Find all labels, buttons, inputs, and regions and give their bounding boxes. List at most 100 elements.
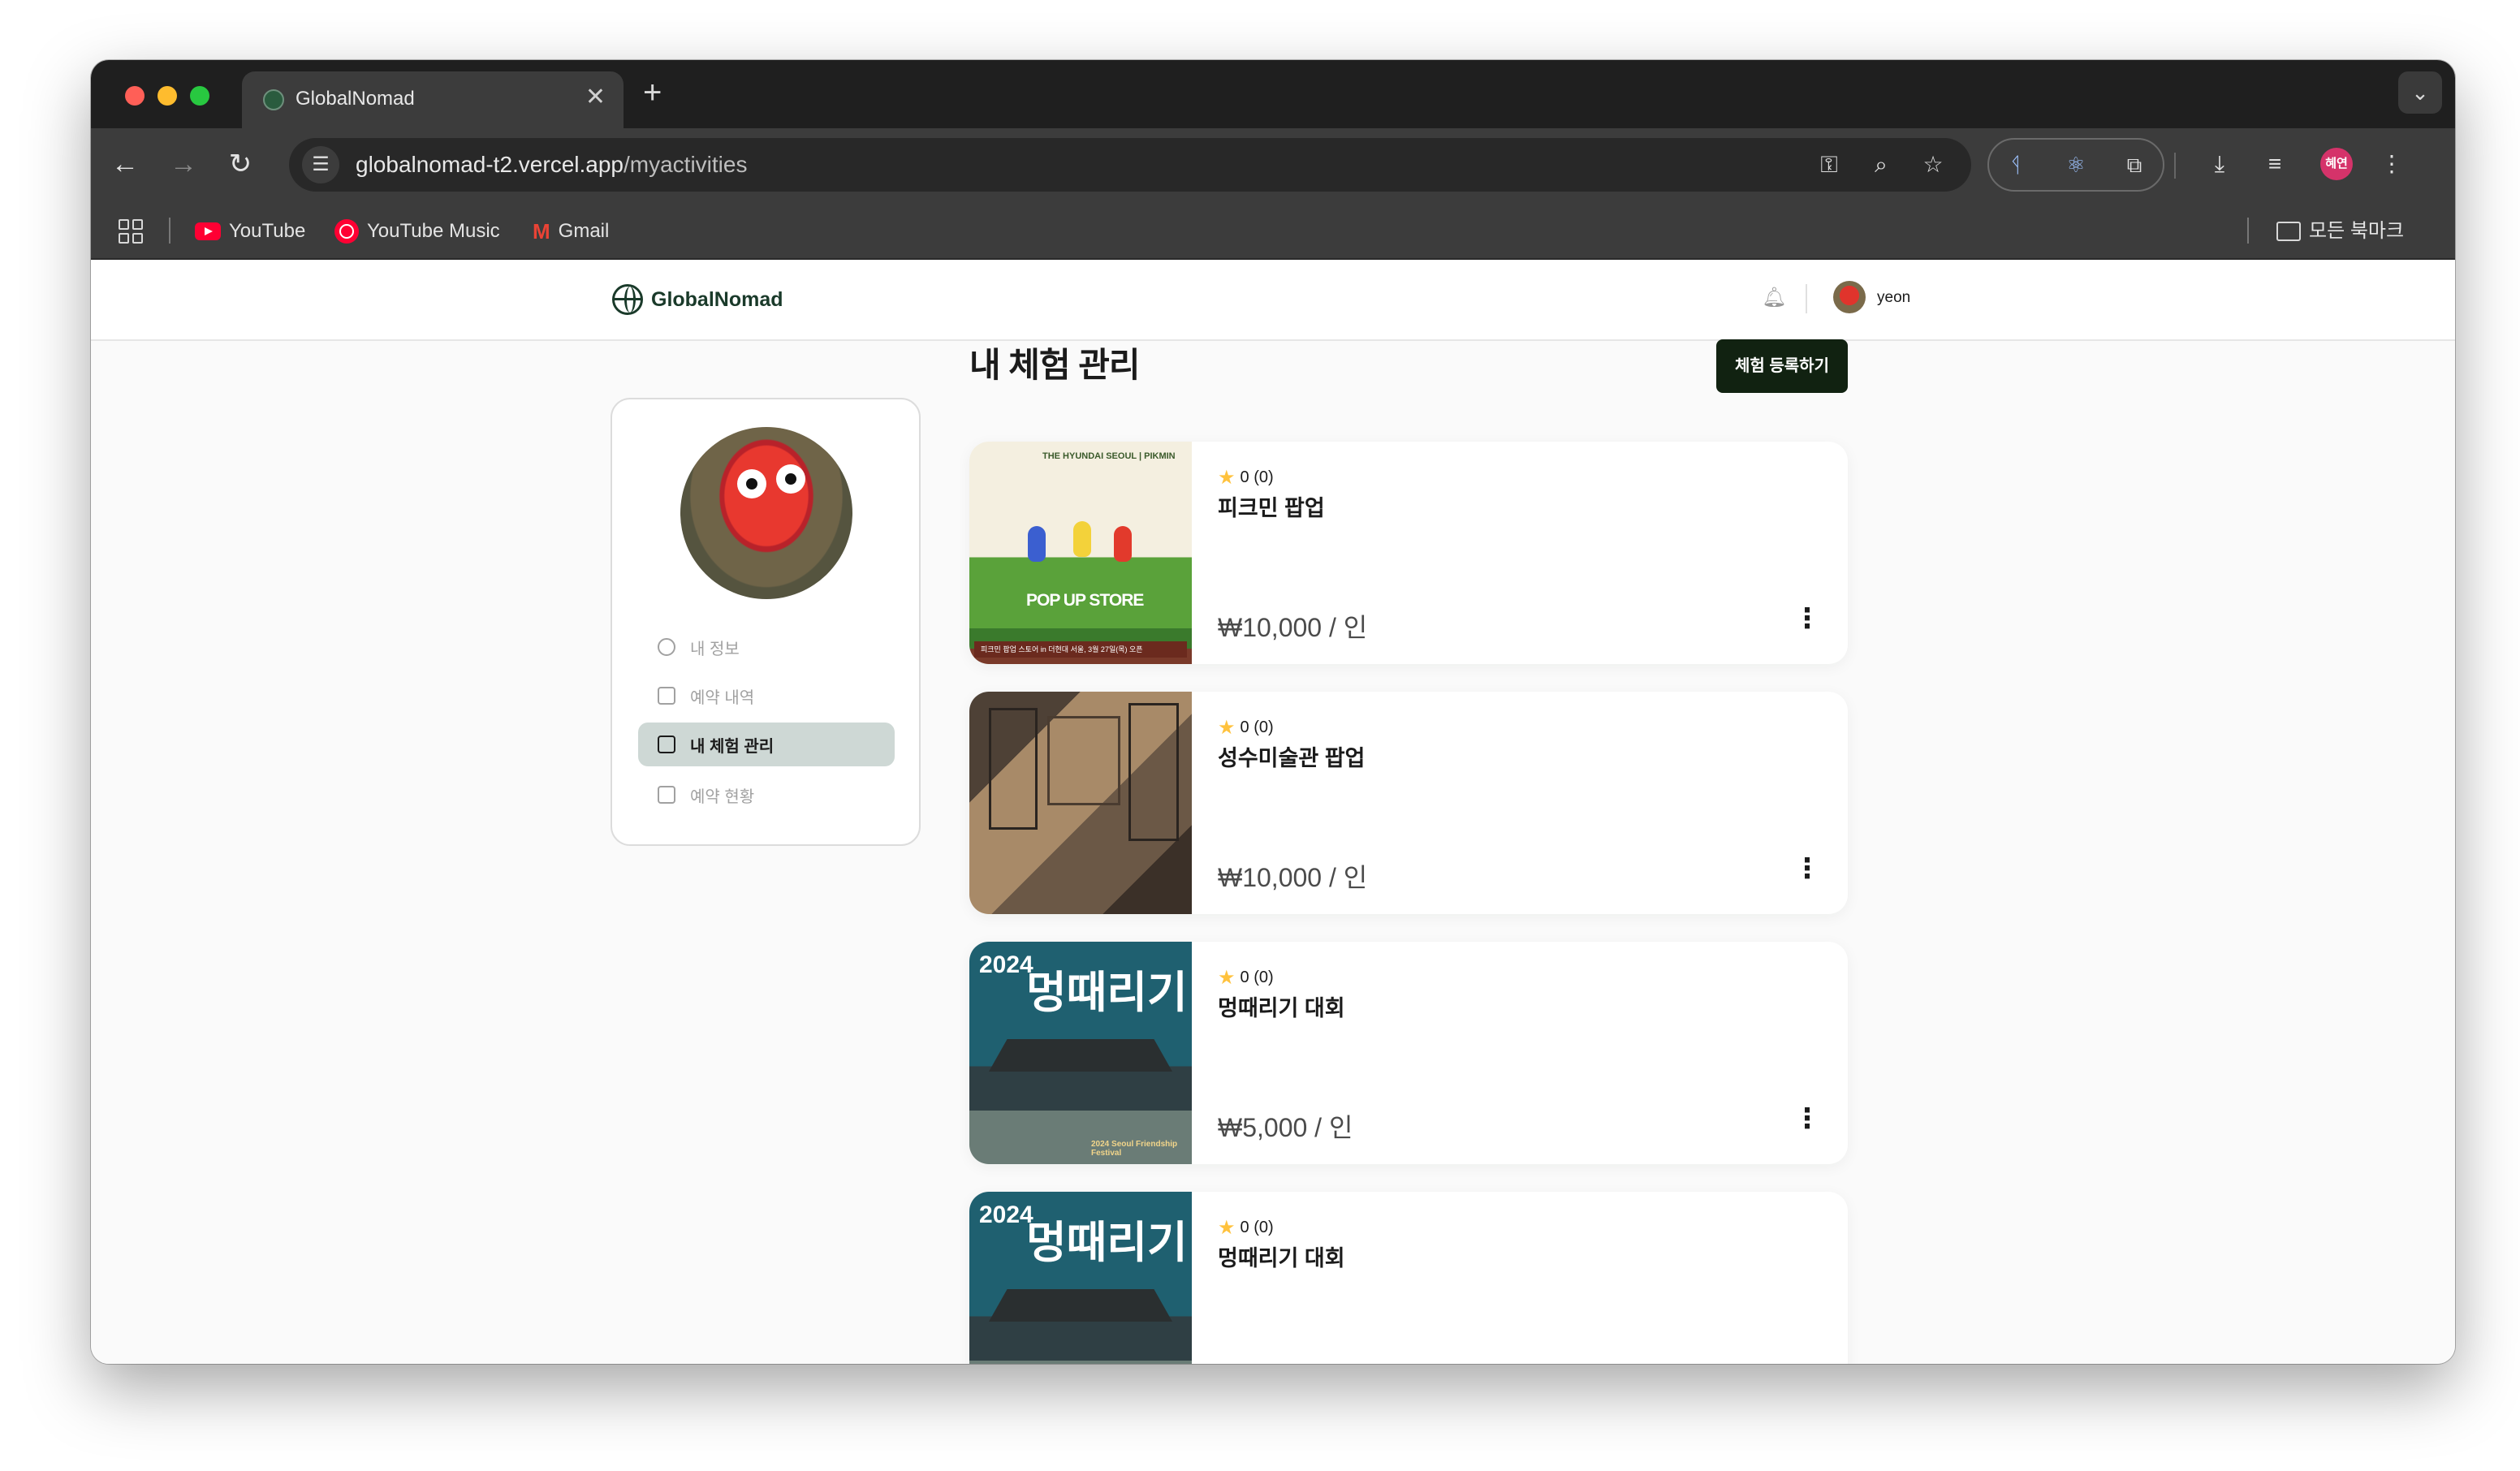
sidebar-item-label: 예약 현황 [690,787,755,806]
activity-thumbnail: 2024 멍때리기 2024 Seoul Friendship Festival [969,942,1192,1164]
download-icon[interactable]: ⤓ [2202,146,2237,182]
url-text[interactable]: globalnomad-t2.vercel.app/myactivities [356,152,747,178]
sidebar-item-reservations[interactable]: 예약 내역 [638,674,895,718]
globe-logo-icon [612,284,643,315]
register-activity-button[interactable]: 체험 등록하기 [1716,339,1848,393]
activity-price: ₩10,000 / 인 [1218,613,1368,642]
media-control-icon[interactable]: ≡ [2257,146,2293,182]
rating-text: 0 (0) [1240,968,1274,986]
activity-card[interactable]: THE HYUNDAI SEOUL | PIKMIN POP UP STORE … [969,442,1848,664]
bookmark-divider [2247,218,2249,244]
pikmin-figure [1073,521,1091,557]
username[interactable]: yeon [1877,289,1910,307]
back-arrow-icon[interactable]: ← [106,145,145,183]
menu-kebab-icon[interactable]: ⋮ [2374,146,2410,182]
star-icon: ★ [1218,717,1236,739]
address-bar[interactable]: ☰ globalnomad-t2.vercel.app/myactivities… [289,138,1971,192]
bookmark-star-icon[interactable]: ☆ [1916,148,1950,182]
thumbnail-title-text: 멍때리기 [1026,1219,1188,1267]
profile-sidebar: 내 정보 예약 내역 내 체험 관리 예약 현황 [611,398,921,846]
star-icon: ★ [1218,467,1236,489]
bookmarks-bar: YouTube YouTube Music M Gmail 모든 북마크 [91,200,2455,260]
folder-icon [2276,222,2301,241]
palace-roof [989,1039,1172,1072]
bookmark-youtube[interactable]: YouTube [195,219,305,244]
reload-icon[interactable]: ↻ [221,145,260,183]
browser-window: GlobalNomad ✕ + ⌄ ← → ↻ ☰ globalnomad-t2… [91,60,2455,1364]
site-header: GlobalNomad 🔔︎ yeon [91,260,2455,341]
activity-rating: ★ 0 (0) [1218,466,1274,490]
thumbnail-year-text: 2024 [979,1201,1033,1228]
close-tab-icon[interactable]: ✕ [585,83,606,112]
react-devtools-icon[interactable]: ⚛ [2059,148,2093,182]
url-path: /myactivities [623,152,748,177]
activity-title: 멍때리기 대회 [1218,1246,1345,1270]
rating-text: 0 (0) [1240,1219,1274,1236]
activity-card[interactable]: ★ 0 (0) 성수미술관 팝업 ₩10,000 / 인 ⋮ [969,692,1848,914]
activity-thumbnail: THE HYUNDAI SEOUL | PIKMIN POP UP STORE … [969,442,1192,664]
browser-tab[interactable]: GlobalNomad ✕ [242,71,624,128]
bookmark-label: YouTube Music [367,220,500,242]
pikmin-figure [1028,526,1046,562]
logo-text: GlobalNomad [651,287,783,311]
all-bookmarks-button[interactable]: 모든 북마크 [2276,219,2404,244]
maximize-window-button[interactable] [190,86,209,106]
thumbnail-header-text: THE HYUNDAI SEOUL | PIKMIN [1042,451,1176,461]
page-title: 내 체험 관리 [969,346,1141,384]
thumbnail-banner-text: 피크민 팝업 스토어 in 더현대 서울, 3월 27일(목) 오픈 [974,641,1187,658]
password-key-icon[interactable]: ⚿ [1812,148,1846,182]
header-divider [1806,284,1807,313]
thumbnail-year-text: 2024 [979,951,1033,978]
profile-image [680,427,852,599]
profile-avatar[interactable]: 혜연 [2320,148,2353,180]
activity-card[interactable]: 2024 멍때리기 2024 Seoul Friendship Festival… [969,942,1848,1164]
activity-price: ₩5,000 / 인 [1218,1113,1353,1142]
star-icon: ★ [1218,1217,1236,1239]
notification-bell-icon[interactable]: 🔔︎ [1762,287,1786,308]
list-icon [658,687,675,705]
gmail-icon: M [533,219,550,244]
sidebar-item-my-info[interactable]: 내 정보 [638,625,895,669]
close-window-button[interactable] [125,86,145,106]
museum-frame [1128,703,1179,841]
apps-grid-icon[interactable] [119,219,143,244]
more-options-icon[interactable]: ⋮ [1791,1102,1823,1135]
sidebar-item-label: 예약 내역 [690,688,755,707]
site-info-icon[interactable]: ☰ [302,146,339,183]
tab-search-chevron-icon[interactable]: ⌄ [2398,71,2442,114]
extensions-puzzle-icon[interactable]: ⧉ [2117,148,2151,182]
forward-arrow-icon[interactable]: → [164,145,203,183]
activity-rating: ★ 0 (0) [1218,966,1274,990]
youtube-music-icon [334,219,359,244]
museum-frame [1047,716,1120,805]
sidebar-item-my-activities[interactable]: 내 체험 관리 [638,723,895,766]
user-avatar[interactable] [1833,281,1866,313]
thumbnail-title-text: 멍때리기 [1026,968,1188,1017]
pikmin-eye [737,469,766,498]
read-aloud-extension-icon[interactable]: ᛩ [1999,148,2033,182]
bookmark-gmail[interactable]: M Gmail [533,219,609,244]
url-host: globalnomad-t2.vercel.app [356,152,624,177]
page-content: GlobalNomad 🔔︎ yeon 내 정보 예약 내역 내 체험 관리 예… [91,260,2455,1364]
activity-card[interactable]: 2024 멍때리기 ★ 0 (0) 멍때리기 대회 [969,1192,1848,1364]
bookmark-youtube-music[interactable]: YouTube Music [334,219,500,244]
palace-roof [989,1289,1172,1322]
sidebar-item-reservation-status[interactable]: 예약 현황 [638,773,895,817]
activity-title: 멍때리기 대회 [1218,996,1345,1020]
extensions-group: ᛩ ⚛ ⧉ [1987,138,2164,192]
zoom-icon[interactable]: ⌕ [1864,148,1898,182]
toolbar-divider [2174,153,2176,179]
more-options-icon[interactable]: ⋮ [1791,852,1823,885]
activity-title: 피크민 팝업 [1218,496,1325,520]
site-logo[interactable]: GlobalNomad [612,284,783,315]
rating-text: 0 (0) [1240,718,1274,736]
activity-thumbnail: 2024 멍때리기 [969,1192,1192,1364]
calendar-icon [658,786,675,804]
youtube-icon [195,222,221,240]
bookmark-label: Gmail [558,220,610,242]
sidebar-item-label: 내 정보 [690,640,740,658]
new-tab-icon[interactable]: + [643,75,662,110]
minimize-window-button[interactable] [158,86,177,106]
more-options-icon[interactable]: ⋮ [1791,602,1823,635]
all-bookmarks-label: 모든 북마크 [2309,220,2405,242]
